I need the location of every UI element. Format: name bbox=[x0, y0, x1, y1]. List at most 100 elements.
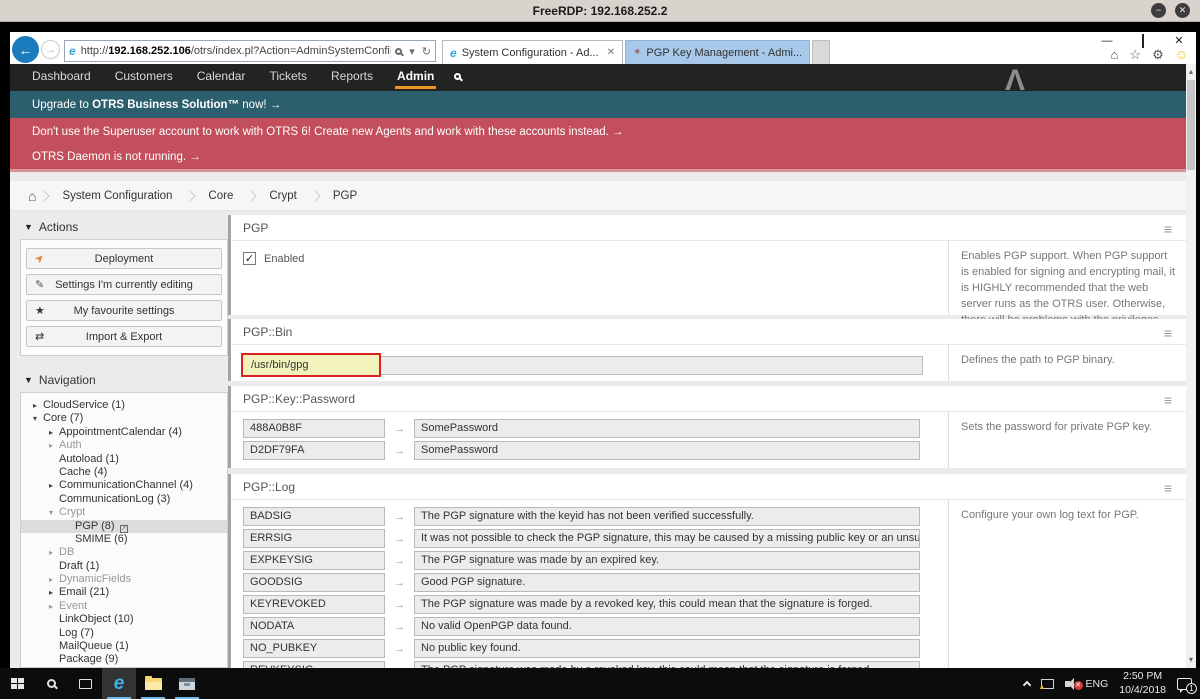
tree-item-dynamicfields[interactable]: ▸DynamicFields bbox=[21, 573, 227, 586]
nav-item-tickets[interactable]: Tickets bbox=[257, 64, 319, 91]
actions-widget-header[interactable]: ▼ Actions bbox=[20, 215, 228, 239]
value-input[interactable]: The PGP signature was made by a revoked … bbox=[414, 595, 920, 614]
value-input[interactable]: SomePassword bbox=[414, 441, 920, 460]
tree-item-communicationchannel-4-[interactable]: ▸CommunicationChannel (4) bbox=[21, 479, 227, 492]
address-bar[interactable]: e http://192.168.252.106/otrs/index.pl?A… bbox=[64, 40, 436, 62]
window-minimize-button[interactable]: — bbox=[1100, 34, 1114, 48]
chevron-right-icon[interactable]: ▸ bbox=[33, 399, 43, 412]
browser-tab[interactable]: ✶PGP Key Management - Admi... bbox=[625, 40, 810, 64]
tree-item-db[interactable]: ▸DB bbox=[21, 546, 227, 559]
volume-muted-icon[interactable] bbox=[1065, 681, 1070, 687]
address-dropdown-icon[interactable]: ▾ bbox=[409, 45, 415, 58]
tab-close-icon[interactable]: ✕ bbox=[607, 47, 615, 58]
language-indicator[interactable]: ENG bbox=[1086, 678, 1109, 690]
chevron-right-icon[interactable]: ▸ bbox=[49, 479, 59, 492]
chevron-right-icon[interactable]: ▸ bbox=[49, 546, 59, 559]
setting-menu-icon[interactable]: ≡ bbox=[1164, 480, 1172, 496]
browser-back-button[interactable]: ← bbox=[12, 36, 39, 63]
chevron-right-icon[interactable]: ▸ bbox=[49, 573, 59, 586]
start-button[interactable] bbox=[0, 668, 34, 699]
navigation-widget-header[interactable]: ▼ Navigation bbox=[20, 368, 228, 392]
network-status-icon[interactable] bbox=[1041, 679, 1054, 689]
tree-item-log-7-[interactable]: Log (7) bbox=[21, 627, 227, 640]
breadcrumb-item[interactable]: Crypt bbox=[255, 190, 310, 202]
chevron-right-icon[interactable]: ▸ bbox=[49, 439, 59, 452]
tree-item-event[interactable]: ▸Event bbox=[21, 600, 227, 613]
nav-item-reports[interactable]: Reports bbox=[319, 64, 385, 91]
key-input[interactable]: KEYREVOKED bbox=[243, 595, 385, 614]
scrollbar-down-arrow[interactable]: ▾ bbox=[1186, 652, 1196, 668]
new-tab-button[interactable] bbox=[812, 40, 830, 64]
nav-item-admin[interactable]: Admin bbox=[385, 64, 446, 91]
superuser-warning-banner[interactable]: Don't use the Superuser account to work … bbox=[10, 118, 1186, 145]
chevron-down-icon[interactable]: ▾ bbox=[33, 412, 43, 425]
chevron-right-icon[interactable]: ▸ bbox=[49, 426, 59, 439]
browser-forward-button[interactable]: → bbox=[41, 40, 60, 59]
taskbar-file-explorer-button[interactable] bbox=[136, 668, 170, 699]
rdp-close-button[interactable]: ✕ bbox=[1175, 3, 1190, 18]
tree-item-cache-4-[interactable]: Cache (4) bbox=[21, 466, 227, 479]
settings-gear-icon[interactable]: ⚙ bbox=[1152, 47, 1164, 63]
tree-item-draft-1-[interactable]: Draft (1) bbox=[21, 560, 227, 573]
breadcrumb-item[interactable]: Core bbox=[194, 190, 247, 202]
favorites-star-icon[interactable]: ☆ bbox=[1129, 47, 1141, 63]
value-input[interactable]: It was not possible to check the PGP sig… bbox=[414, 529, 920, 548]
upgrade-banner[interactable]: Upgrade to OTRS Business Solution™ now! … bbox=[10, 91, 1186, 118]
scrollbar-thumb[interactable] bbox=[1187, 80, 1195, 170]
setting-menu-icon[interactable]: ≡ bbox=[1164, 221, 1172, 237]
external-link-icon[interactable]: ↗ bbox=[120, 525, 128, 533]
taskbar-ie-button[interactable]: e bbox=[102, 668, 136, 699]
rdp-minimize-button[interactable]: − bbox=[1151, 3, 1166, 18]
tree-item-core-7-[interactable]: ▾Core (7) bbox=[21, 412, 227, 425]
key-input[interactable]: NODATA bbox=[243, 617, 385, 636]
value-input[interactable]: No public key found. bbox=[414, 639, 920, 658]
deployment-button[interactable]: ➤Deployment bbox=[26, 248, 222, 269]
home-breadcrumb-icon[interactable]: ⌂ bbox=[28, 188, 36, 204]
tree-item-autoload-1-[interactable]: Autoload (1) bbox=[21, 453, 227, 466]
scrollbar-up-arrow[interactable]: ▴ bbox=[1186, 64, 1196, 80]
breadcrumb-item[interactable]: System Configuration bbox=[48, 190, 186, 202]
tray-expand-icon[interactable] bbox=[1022, 681, 1030, 689]
tree-item-pgp-8-[interactable]: PGP (8)↗ bbox=[21, 520, 227, 533]
tree-item-mailqueue-1-[interactable]: MailQueue (1) bbox=[21, 640, 227, 653]
taskbar-search-button[interactable] bbox=[34, 668, 68, 699]
window-maximize-button[interactable] bbox=[1136, 34, 1150, 48]
url-text[interactable]: http://192.168.252.106/otrs/index.pl?Act… bbox=[81, 45, 391, 57]
tree-item-linkobject-10-[interactable]: LinkObject (10) bbox=[21, 613, 227, 626]
chevron-right-icon[interactable]: ▸ bbox=[49, 600, 59, 613]
tree-item-communicationlog-3-[interactable]: CommunicationLog (3) bbox=[21, 493, 227, 506]
key-input[interactable]: EXPKEYSIG bbox=[243, 551, 385, 570]
setting-menu-icon[interactable]: ≡ bbox=[1164, 325, 1172, 341]
key-input[interactable]: D2DF79FA bbox=[243, 441, 385, 460]
chevron-right-icon[interactable]: ▸ bbox=[49, 586, 59, 599]
tree-item-crypt[interactable]: ▾Crypt bbox=[21, 506, 227, 519]
chevron-down-icon[interactable]: ▾ bbox=[49, 506, 59, 519]
refresh-icon[interactable]: ↻ bbox=[422, 45, 431, 58]
key-input[interactable]: ERRSIG bbox=[243, 529, 385, 548]
window-close-button[interactable]: ✕ bbox=[1172, 34, 1186, 48]
value-input[interactable]: The PGP signature was made by an expired… bbox=[414, 551, 920, 570]
feedback-smiley-icon[interactable]: ☺ bbox=[1175, 47, 1188, 63]
tree-item-cloudservice-1-[interactable]: ▸CloudService (1) bbox=[21, 399, 227, 412]
browser-tab[interactable]: eSystem Configuration - Ad...✕ bbox=[442, 40, 623, 64]
setting-menu-icon[interactable]: ≡ bbox=[1164, 392, 1172, 408]
checkbox-checked-icon[interactable]: ✓ bbox=[243, 252, 256, 265]
key-input[interactable]: NO_PUBKEY bbox=[243, 639, 385, 658]
nav-search-icon[interactable] bbox=[454, 73, 461, 80]
task-view-button[interactable] bbox=[68, 668, 102, 699]
key-input[interactable]: REVKEYSIG bbox=[243, 661, 385, 668]
taskbar-server-manager-button[interactable] bbox=[170, 668, 204, 699]
tree-item-auth[interactable]: ▸Auth bbox=[21, 439, 227, 452]
nav-item-dashboard[interactable]: Dashboard bbox=[20, 64, 103, 91]
value-input[interactable]: The PGP signature was made by a revoked … bbox=[414, 661, 920, 668]
value-input[interactable]: Good PGP signature. bbox=[414, 573, 920, 592]
breadcrumb-item[interactable]: PGP bbox=[319, 190, 371, 202]
highlighted-value-annotation[interactable]: /usr/bin/gpg bbox=[241, 353, 381, 377]
home-icon[interactable]: ⌂ bbox=[1111, 47, 1119, 63]
value-input[interactable]: No valid OpenPGP data found. bbox=[414, 617, 920, 636]
import-export-button[interactable]: ⇄Import & Export bbox=[26, 326, 222, 347]
tree-item-email-21-[interactable]: ▸Email (21) bbox=[21, 586, 227, 599]
vertical-scrollbar[interactable]: ▴ ▾ bbox=[1186, 64, 1196, 668]
settings-i-m-currently-editing-button[interactable]: ✎Settings I'm currently editing bbox=[26, 274, 222, 295]
key-input[interactable]: 488A0B8F bbox=[243, 419, 385, 438]
